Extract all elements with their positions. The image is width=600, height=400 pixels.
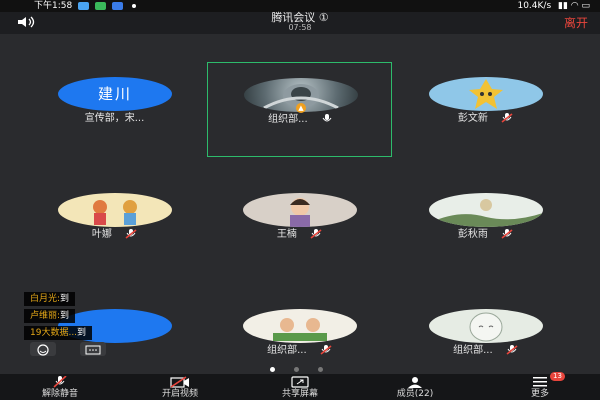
page-dot-active[interactable]	[270, 367, 275, 372]
participant-tile[interactable]: 建川 宣传部，宋...	[22, 62, 207, 157]
leave-button[interactable]: 离开	[564, 14, 588, 31]
members-button[interactable]: 成员(22)	[365, 374, 465, 400]
participant-name: 王楠	[276, 229, 297, 240]
page-dot[interactable]	[318, 367, 323, 372]
mic-muted-icon	[501, 113, 513, 123]
participant-name: 宣传部，宋...	[84, 113, 145, 124]
participant-tile[interactable]: 彭文新	[393, 62, 578, 157]
participant-tile[interactable]: 叶娜	[22, 178, 207, 273]
app-notification-icon	[111, 1, 123, 10]
child-photo-icon	[290, 198, 310, 227]
chat-message[interactable]: 19大数据...到	[24, 326, 93, 340]
meeting-toolbar: 解除静音 开启视频 共享屏幕 成员(22) 13 更多	[0, 372, 600, 400]
more-button[interactable]: 13 更多	[490, 372, 590, 400]
participant-name: 组织部...	[268, 114, 308, 125]
cartoon-kids-icon	[273, 318, 327, 341]
emoji-button[interactable]	[30, 342, 56, 356]
app-notification-icon	[78, 1, 90, 10]
chat-message[interactable]: 卢维丽:到	[24, 309, 76, 323]
keyboard-icon	[85, 345, 101, 355]
avatar	[429, 77, 543, 111]
cartoon-face-icon	[469, 312, 503, 342]
menu-icon	[533, 377, 547, 387]
start-video-button[interactable]: 开启视频	[130, 374, 230, 400]
meeting-timer: 07:58	[288, 23, 312, 32]
wechat-notification-icon	[94, 1, 106, 10]
participant-tile[interactable]: 王楠	[207, 178, 392, 273]
start-video-label: 开启视频	[161, 389, 198, 399]
members-label: 成员(22)	[396, 389, 434, 399]
mic-muted-icon	[501, 229, 513, 239]
mic-muted-icon	[506, 345, 518, 355]
mic-on-icon	[322, 114, 332, 122]
video-off-icon	[170, 376, 189, 388]
mic-muted-icon	[125, 229, 137, 239]
emoji-icon	[37, 344, 49, 356]
chat-text: 到	[60, 294, 70, 304]
participant-name: 彭秋雨	[457, 229, 488, 240]
chat-text: 到	[60, 311, 70, 321]
share-screen-icon	[291, 376, 309, 388]
participant-name: 彭文新	[457, 113, 488, 124]
participant-name: 组织部...	[453, 345, 493, 356]
meeting-header: 腾讯会议 ① 07:58 离开	[0, 12, 600, 34]
unmute-label: 解除静音	[41, 389, 78, 399]
chat-sender: 白月光:	[30, 294, 61, 304]
participant-tile-active-speaker[interactable]: ▲ 组织部...	[207, 62, 392, 157]
avatar: 建川	[58, 77, 172, 111]
chat-sender: 19大数据...	[30, 328, 78, 338]
participant-tile[interactable]: 彭秋雨	[393, 178, 578, 273]
chat-text: 到	[77, 328, 87, 338]
avatar	[243, 309, 357, 343]
members-icon	[408, 377, 422, 388]
participant-name: 叶娜	[91, 229, 112, 240]
chat-sender: 卢维丽:	[30, 311, 61, 321]
chat-message[interactable]: 白月光:到	[24, 292, 76, 306]
share-screen-label: 共享屏幕	[281, 389, 318, 399]
mic-muted-icon	[53, 376, 67, 388]
mic-muted-icon	[310, 229, 322, 239]
dot-icon	[131, 3, 136, 8]
avatar	[429, 309, 543, 343]
signal-icon: ▮▮ ◠ ▭	[558, 1, 590, 11]
status-time: 下午1:58	[34, 1, 73, 11]
cartoon-avatar-icon	[469, 79, 503, 109]
mic-muted-icon	[320, 345, 332, 355]
avatar	[429, 193, 543, 227]
participant-name: 组织部...	[267, 345, 307, 356]
unmute-button[interactable]: 解除静音	[10, 374, 110, 400]
page-dot[interactable]	[294, 367, 299, 372]
chat-input-button[interactable]	[80, 342, 106, 356]
host-badge-icon: ▲	[296, 103, 306, 113]
avatar	[58, 193, 172, 227]
more-label: 更多	[530, 389, 549, 399]
page-indicator	[270, 367, 330, 373]
landscape-photo-icon	[429, 199, 543, 227]
network-speed: 10.4K/s	[517, 1, 552, 11]
cartoon-couple-icon	[93, 200, 137, 225]
share-screen-button[interactable]: 共享屏幕	[250, 374, 350, 400]
notification-badge: 13	[550, 372, 565, 381]
avatar	[243, 193, 357, 227]
